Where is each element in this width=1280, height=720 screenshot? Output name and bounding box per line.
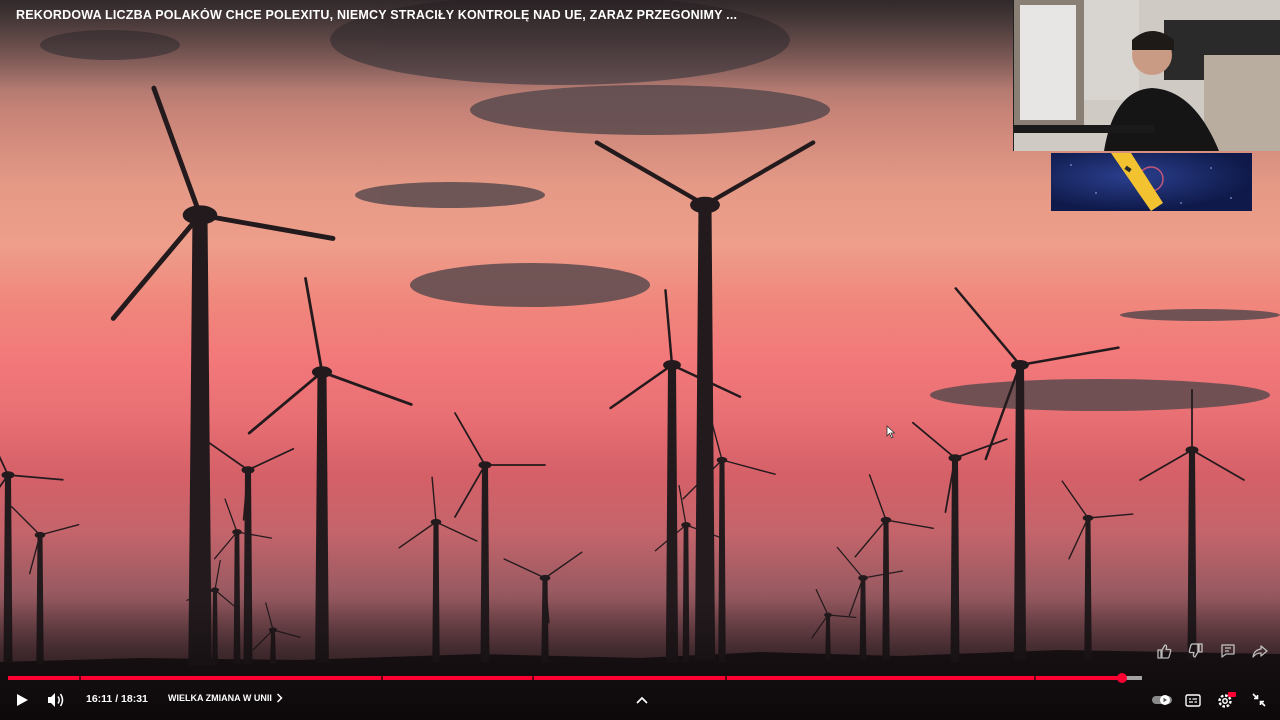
progress-played <box>8 676 1122 680</box>
turbine-hub <box>539 574 551 582</box>
mouse-cursor-icon <box>886 425 896 444</box>
chapter-marker <box>724 676 727 680</box>
turbine-blade <box>885 519 934 530</box>
turbine-blade <box>1087 513 1134 519</box>
streamer-webcam <box>1013 0 1280 151</box>
chapter-button[interactable]: WIELKA ZMIANA W UNII <box>168 693 283 703</box>
turbine-hub <box>948 454 962 462</box>
turbine-hub <box>1185 446 1199 454</box>
play-button[interactable] <box>10 688 34 712</box>
volume-button[interactable] <box>44 688 68 712</box>
chapter-marker <box>1034 676 1037 680</box>
turbine-blade <box>594 140 708 208</box>
turbine-hub <box>1 471 15 479</box>
turbine-blade <box>7 474 64 481</box>
turbine-blade <box>214 559 221 591</box>
progress-bar[interactable] <box>8 673 1142 683</box>
subtitles-icon <box>1185 693 1201 707</box>
autoplay-toggle-icon <box>1152 695 1172 705</box>
turbine-hub <box>232 529 242 535</box>
turbine-blade <box>398 521 437 549</box>
turbine-blade <box>454 464 486 518</box>
turbine-blade <box>435 521 478 542</box>
turbine-hub <box>430 518 442 526</box>
turbine-hub <box>241 466 255 474</box>
turbine-hub <box>1011 359 1029 371</box>
turbine-blade <box>1068 517 1089 560</box>
turbine-blade <box>862 570 904 579</box>
exit-fullscreen-icon <box>1252 693 1266 707</box>
turbine-blade <box>503 558 546 579</box>
turbine-blade <box>247 447 295 471</box>
turbine-hub <box>182 205 218 225</box>
turbine-blade <box>678 484 687 526</box>
settings-icon <box>1218 692 1236 708</box>
volume-icon <box>48 693 64 707</box>
chapter-marker <box>531 676 534 680</box>
turbine-blade <box>0 455 9 476</box>
turbine-blade <box>247 370 324 435</box>
turbine-hub <box>34 531 46 539</box>
turbine-hub <box>210 587 220 593</box>
turbine-blade <box>702 140 816 208</box>
play-icon <box>17 694 28 706</box>
turbine-hub <box>663 359 681 371</box>
exit-fullscreen-button[interactable] <box>1248 690 1270 710</box>
turbine-hub <box>690 196 720 214</box>
turbine-hub <box>478 461 492 469</box>
settings-button[interactable] <box>1214 689 1238 711</box>
subtitles-button[interactable] <box>1182 690 1204 710</box>
turbine-blade <box>39 523 80 536</box>
time-display: 16:11 / 18:31 <box>86 693 148 705</box>
chapter-marker <box>381 676 384 680</box>
turbine-tower <box>188 214 212 666</box>
turbine-hub <box>880 516 892 524</box>
turbine-blade <box>431 476 437 523</box>
chevron-right-icon <box>276 693 283 703</box>
turbine-hub <box>1082 514 1094 522</box>
turbine-blade <box>110 212 203 321</box>
video-title: REKORDOWA LICZBA POLAKÓW CHCE POLEXITU, … <box>16 8 738 22</box>
turbine-blade <box>304 277 324 374</box>
expand-description-button[interactable] <box>632 690 652 710</box>
chapter-marker <box>79 676 82 680</box>
turbine-blade <box>609 363 674 410</box>
turbine-blade <box>320 370 413 406</box>
turbine-blade <box>151 85 203 218</box>
turbine-hub <box>716 456 728 464</box>
turbine-blade <box>224 498 238 533</box>
turbine-blade <box>544 551 583 579</box>
turbine-blade <box>454 412 486 466</box>
chevron-up-icon <box>636 696 648 704</box>
autoplay-toggle[interactable] <box>1150 690 1174 710</box>
video-frame[interactable]: REKORDOWA LICZBA POLAKÓW CHCE POLEXITU, … <box>0 0 1280 720</box>
turbine-blade <box>954 438 1008 459</box>
progress-scrubber-handle[interactable] <box>1116 673 1127 683</box>
turbine-blade <box>236 531 273 539</box>
turbine-blade <box>911 421 956 459</box>
turbine-blade <box>664 289 674 367</box>
turbine-hub <box>311 366 333 378</box>
turbine-blade <box>1191 449 1245 481</box>
turbine-blade <box>721 459 776 475</box>
turbine-blade <box>868 474 887 521</box>
turbine-blade <box>1061 480 1089 519</box>
turbine-blade <box>1018 346 1120 367</box>
turbine-blade <box>213 531 238 560</box>
turbine-blade <box>1139 449 1193 481</box>
turbine-blade <box>954 287 1022 367</box>
turbine-hub <box>858 575 868 581</box>
chapter-label: WIELKA ZMIANA W UNII <box>168 693 272 703</box>
turbine-hub <box>681 522 691 528</box>
turbine-blade <box>197 212 336 241</box>
stream-overlay-panel <box>1051 153 1252 211</box>
turbine-blade <box>854 519 887 558</box>
turbine-blade <box>206 440 249 471</box>
player-controls: 16:11 / 18:31 WIELKA ZMIANA W UNII <box>0 684 1280 716</box>
turbine-blade <box>11 506 41 536</box>
